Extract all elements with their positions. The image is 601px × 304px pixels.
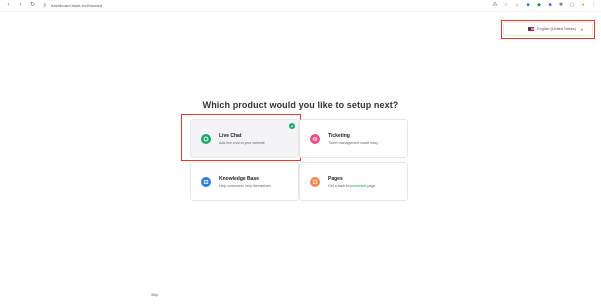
pages-icon bbox=[310, 176, 320, 187]
language-selector[interactable]: English (United States) ▾ bbox=[503, 22, 593, 36]
reload-icon[interactable]: ↻ bbox=[28, 1, 37, 10]
puzzle-icon[interactable]: ✱ bbox=[558, 2, 564, 8]
product-description: Get a tawk.to/yourbrand page bbox=[328, 184, 375, 188]
menu-icon[interactable]: ⋮ bbox=[591, 2, 597, 8]
product-title: Pages bbox=[328, 175, 343, 182]
window-icon[interactable]: ▢ bbox=[569, 2, 575, 8]
address-bar[interactable]: dashboard.tawk.to/#/wizard bbox=[51, 3, 102, 8]
site-info-icon[interactable]: ⚲ bbox=[42, 3, 48, 9]
product-title: Ticketing bbox=[328, 132, 350, 139]
check-icon bbox=[289, 123, 295, 129]
ext-purple-icon[interactable]: ■ bbox=[547, 2, 553, 8]
star-icon[interactable]: ☆ bbox=[503, 2, 509, 8]
description-prefix: Get a tawk.to/ bbox=[328, 183, 351, 188]
ext-blue-icon[interactable]: ■ bbox=[525, 2, 531, 8]
browser-extensions: ⁂ ☆ ⌂ ■ ◆ ■ ✱ ▢ ● ⋮ bbox=[487, 2, 597, 8]
product-description: Help customers help themselves bbox=[219, 183, 271, 188]
product-title: Knowledge Base bbox=[219, 175, 260, 182]
browser-toolbar: ‹ › ↻ ⚲ dashboard.tawk.to/#/wizard ⁂ ☆ ⌂ ■ ◆… bbox=[0, 0, 601, 12]
yourbrand-link[interactable]: yourbrand bbox=[350, 184, 366, 188]
extension-icon[interactable]: ⌂ bbox=[514, 2, 520, 8]
product-card-live-chat[interactable]: Live Chat Add live chat to your website bbox=[190, 119, 299, 158]
back-icon[interactable]: ‹ bbox=[4, 1, 13, 10]
product-card-knowledge-base[interactable]: Knowledge Base Help customers help thems… bbox=[190, 162, 299, 201]
chat-bubble-icon bbox=[201, 133, 211, 144]
product-card-pages[interactable]: Pages Get a tawk.to/yourbrand page bbox=[299, 162, 408, 201]
us-flag-icon bbox=[528, 27, 535, 31]
language-label: English (United States) bbox=[537, 27, 576, 31]
chevron-down-icon: ▾ bbox=[580, 26, 583, 32]
book-icon bbox=[201, 176, 211, 187]
product-card-ticketing[interactable]: Ticketing Ticket management made easy bbox=[299, 119, 408, 158]
ext-green-icon[interactable]: ◆ bbox=[536, 2, 542, 8]
product-title: Live Chat bbox=[219, 132, 242, 139]
product-description: Ticket management made easy bbox=[328, 140, 379, 145]
forward-icon[interactable]: › bbox=[16, 1, 25, 10]
product-description: Add live chat to your website bbox=[219, 140, 265, 145]
translate-icon[interactable]: ⁂ bbox=[492, 2, 498, 8]
skip-link[interactable]: Skip bbox=[151, 293, 158, 297]
description-suffix: page bbox=[366, 183, 376, 188]
page-title: Which product would you like to setup ne… bbox=[202, 100, 399, 110]
ticket-icon bbox=[310, 133, 320, 144]
profile-icon[interactable]: ● bbox=[580, 2, 586, 8]
